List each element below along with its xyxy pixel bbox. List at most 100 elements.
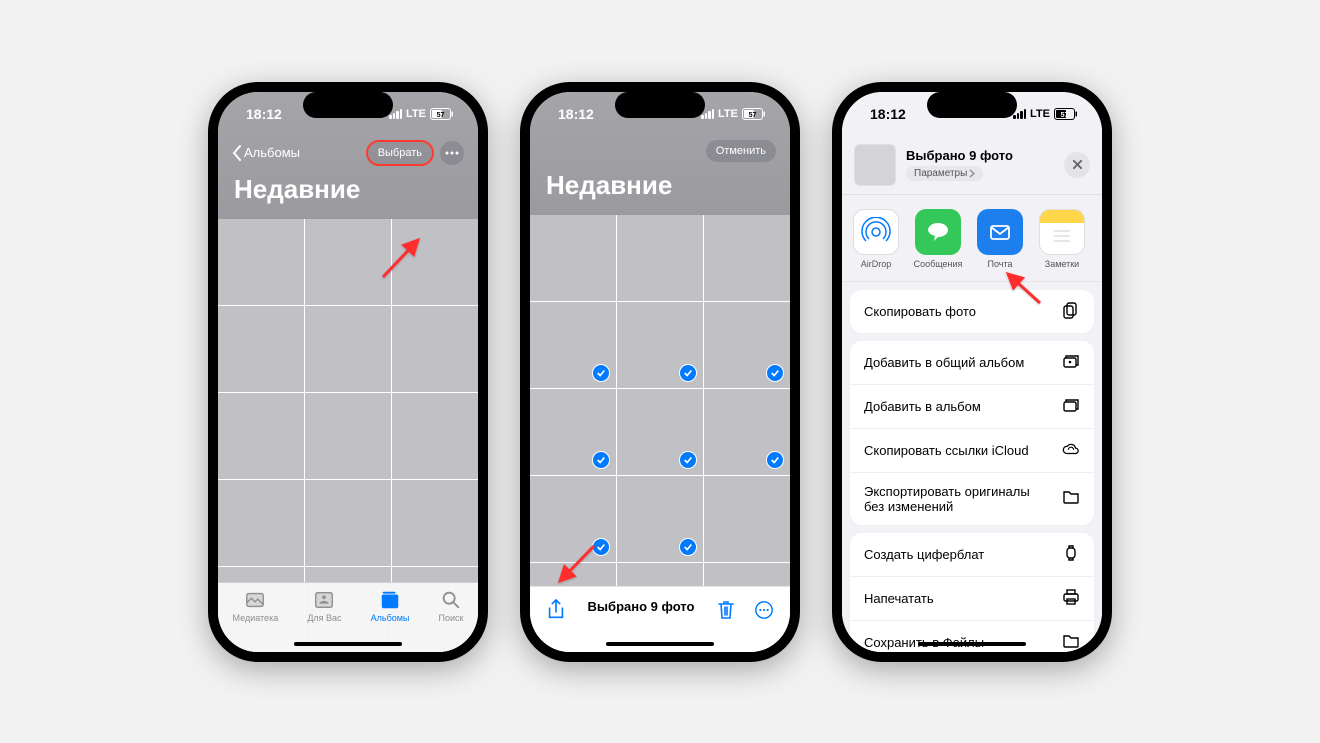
photo-cell[interactable]: [704, 389, 790, 475]
selection-count: Выбрано 9 фото: [588, 599, 695, 614]
photo-cell[interactable]: [305, 306, 391, 392]
page-title: Недавние: [530, 166, 790, 205]
photo-cell[interactable]: [218, 306, 304, 392]
check-icon: [592, 451, 610, 469]
album-icon: [1062, 396, 1080, 417]
photo-cell[interactable]: [218, 480, 304, 566]
status-time: 18:12: [870, 106, 906, 122]
photo-cell[interactable]: [617, 215, 703, 301]
share-thumbnail: [854, 144, 896, 186]
tab-search[interactable]: Поиск: [439, 589, 464, 652]
page-title: Недавние: [218, 170, 478, 209]
photo-cell[interactable]: [530, 389, 616, 475]
photo-cell[interactable]: [392, 480, 478, 566]
svg-text:57: 57: [749, 112, 757, 119]
photo-cell[interactable]: [392, 219, 478, 305]
share-button[interactable]: [546, 599, 566, 626]
action-add-shared[interactable]: Добавить в общий альбом: [850, 341, 1094, 385]
phone-2: 18:12 LTE 57 Отменить Недавние: [520, 82, 800, 662]
action-copy-icloud[interactable]: Скопировать ссылки iCloud: [850, 429, 1094, 473]
share-app-notes[interactable]: Заметки: [1038, 209, 1086, 269]
carrier: LTE: [1030, 108, 1050, 120]
photo-cell[interactable]: [305, 480, 391, 566]
home-indicator[interactable]: [606, 642, 714, 646]
cancel-button[interactable]: Отменить: [706, 140, 776, 162]
messages-icon: [915, 209, 961, 255]
tab-library[interactable]: Медиатека: [233, 589, 279, 652]
battery-icon: 57: [1054, 108, 1078, 120]
status-right: LTE 57: [701, 108, 766, 120]
photo-cell[interactable]: [704, 215, 790, 301]
select-button[interactable]: Выбрать: [366, 140, 434, 166]
photo-cell[interactable]: [305, 219, 391, 305]
params-button[interactable]: Параметры: [906, 166, 983, 181]
status-time: 18:12: [558, 106, 594, 122]
photo-cell[interactable]: [530, 302, 616, 388]
share-app-airdrop[interactable]: AirDrop: [852, 209, 900, 269]
print-icon: [1062, 588, 1080, 609]
share-app-messages[interactable]: Сообщения: [914, 209, 962, 269]
home-indicator[interactable]: [918, 642, 1026, 646]
photo-cell[interactable]: [392, 306, 478, 392]
share-apps-row: AirDrop Сообщения Почта: [842, 195, 1102, 282]
more-app-icon: [1101, 209, 1102, 255]
phone-3: 18:12 LTE 57 Выбрано 9 фото Параметры: [832, 82, 1112, 662]
share-app-more[interactable]: То: [1100, 209, 1102, 269]
action-save-files[interactable]: Сохранить в Файлы: [850, 621, 1094, 652]
photo-cell[interactable]: [704, 476, 790, 562]
trash-button[interactable]: [716, 599, 736, 626]
check-icon: [679, 364, 697, 382]
more-circle-button[interactable]: [754, 599, 774, 626]
carrier: LTE: [406, 108, 426, 120]
photo-cell[interactable]: [617, 389, 703, 475]
home-indicator[interactable]: [294, 642, 402, 646]
action-print[interactable]: Напечатать: [850, 577, 1094, 621]
share-app-mail[interactable]: Почта: [976, 209, 1024, 269]
check-icon: [766, 451, 784, 469]
photo-cell[interactable]: [530, 215, 616, 301]
back-button[interactable]: Альбомы: [232, 145, 300, 161]
battery-icon: 57: [430, 108, 454, 120]
action-add-album[interactable]: Добавить в альбом: [850, 385, 1094, 429]
watch-icon: [1062, 544, 1080, 565]
status-right: LTE 57: [389, 108, 454, 120]
icloud-icon: [1062, 440, 1080, 461]
check-icon: [592, 538, 610, 556]
status-right: LTE 57: [1013, 108, 1078, 120]
dynamic-island: [303, 92, 393, 118]
photo-cell[interactable]: [218, 393, 304, 479]
share-sheet: 18:12 LTE 57 Выбрано 9 фото Параметры: [842, 92, 1102, 652]
check-icon: [679, 451, 697, 469]
photo-cell[interactable]: [704, 302, 790, 388]
carrier: LTE: [718, 108, 738, 120]
photo-cell[interactable]: [218, 219, 304, 305]
share-title: Выбрано 9 фото: [906, 148, 1054, 163]
action-export-originals[interactable]: Экспортировать оригиналы без изменений: [850, 473, 1094, 525]
svg-text:57: 57: [1061, 112, 1069, 119]
photo-grid: [530, 215, 790, 649]
status-time: 18:12: [246, 106, 282, 122]
dynamic-island: [615, 92, 705, 118]
action-copy-photo[interactable]: Скопировать фото: [850, 290, 1094, 333]
dynamic-island: [927, 92, 1017, 118]
check-icon: [679, 538, 697, 556]
shared-album-icon: [1062, 352, 1080, 373]
photo-cell[interactable]: [617, 476, 703, 562]
folder-icon: [1062, 488, 1080, 509]
more-button[interactable]: [440, 141, 464, 165]
close-button[interactable]: [1064, 152, 1090, 178]
check-icon: [766, 364, 784, 382]
photo-cell[interactable]: [617, 302, 703, 388]
notes-icon: [1039, 209, 1085, 255]
photo-cell[interactable]: [305, 393, 391, 479]
action-watchface[interactable]: Создать циферблат: [850, 533, 1094, 577]
check-icon: [592, 364, 610, 382]
photo-cell[interactable]: [530, 476, 616, 562]
phone-1: 18:12 LTE 57 Альбомы Выбрать: [208, 82, 488, 662]
folder-icon: [1062, 632, 1080, 652]
mail-icon: [977, 209, 1023, 255]
back-label: Альбомы: [244, 145, 300, 160]
photo-cell[interactable]: [392, 393, 478, 479]
copy-icon: [1062, 301, 1080, 322]
svg-text:57: 57: [437, 112, 445, 119]
